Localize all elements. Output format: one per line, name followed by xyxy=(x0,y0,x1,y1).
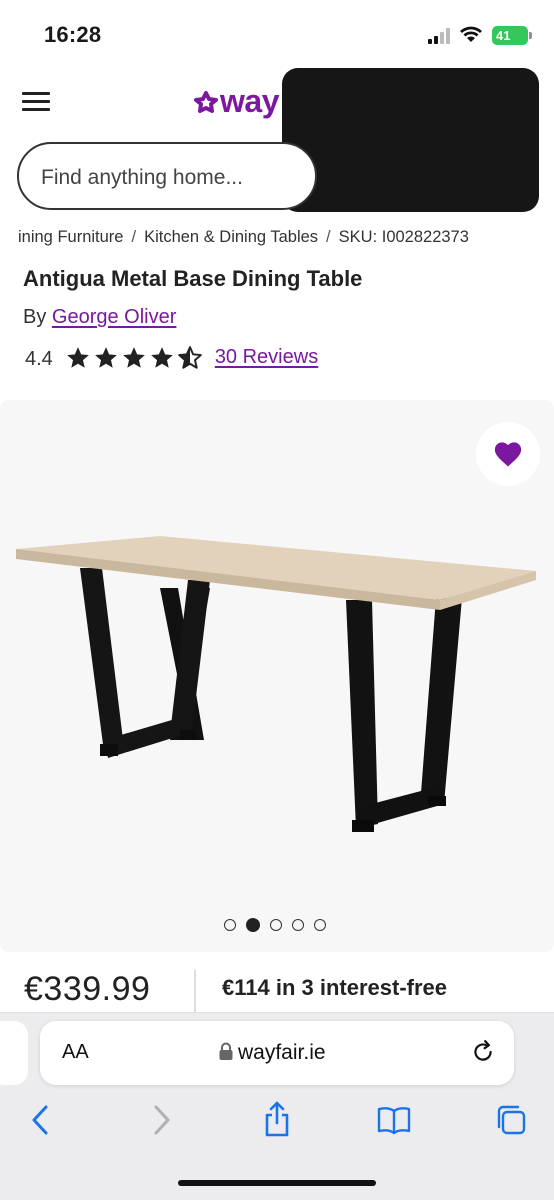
rating-value: 4.4 xyxy=(25,348,53,370)
status-bar: 16:28 41 xyxy=(0,0,554,68)
share-icon[interactable] xyxy=(262,1099,292,1139)
wayfair-logo[interactable]: way xyxy=(194,83,279,120)
breadcrumb-item[interactable]: ining Furniture xyxy=(18,228,123,246)
reader-settings-button[interactable]: AA xyxy=(62,1041,89,1064)
financing-offer[interactable]: €114 in 3 interest-free xyxy=(222,975,447,1001)
logo-text: way xyxy=(220,83,279,119)
home-indicator[interactable] xyxy=(178,1180,376,1186)
product-price: €339.99 xyxy=(24,970,151,1008)
rating-row: 4.4 30 Reviews xyxy=(25,344,318,371)
by-label: By xyxy=(23,306,47,328)
product-image xyxy=(16,536,536,832)
breadcrumb-item[interactable]: Kitchen & Dining Tables xyxy=(144,228,318,246)
breadcrumb-separator: / xyxy=(326,228,331,246)
signal-icon xyxy=(428,28,450,44)
pagination-dot-active[interactable] xyxy=(246,918,260,932)
star-icon xyxy=(150,346,173,368)
pagination-dot[interactable] xyxy=(292,919,304,931)
reload-icon[interactable] xyxy=(470,1039,496,1065)
previous-tab-preview[interactable] xyxy=(0,1021,28,1085)
reviews-link[interactable]: 30 Reviews xyxy=(215,346,318,369)
breadcrumb-separator: / xyxy=(131,228,137,246)
favorite-button[interactable] xyxy=(476,422,540,486)
search-input[interactable]: Find anything home... xyxy=(17,142,317,210)
logo-mark-icon xyxy=(194,91,218,113)
tabs-icon[interactable] xyxy=(494,1103,528,1137)
star-icon xyxy=(66,346,89,368)
battery-indicator: 41 xyxy=(492,26,532,45)
url-text[interactable]: wayfair.ie xyxy=(238,1041,326,1065)
heart-icon xyxy=(494,442,522,467)
forward-icon[interactable] xyxy=(150,1103,172,1137)
lock-icon xyxy=(219,1042,233,1060)
gallery-pagination xyxy=(224,918,326,932)
wifi-icon xyxy=(460,26,482,42)
breadcrumb-sku: SKU: I002822373 xyxy=(338,228,469,246)
menu-icon[interactable] xyxy=(22,92,50,112)
back-icon[interactable] xyxy=(30,1103,52,1137)
breadcrumb: ining Furniture / Kitchen & Dining Tables /… xyxy=(18,228,469,247)
pagination-dot[interactable] xyxy=(224,919,236,931)
half-star-icon xyxy=(178,345,202,369)
brand-line: By George Oliver xyxy=(23,306,176,329)
redacted-area xyxy=(282,68,539,212)
status-time: 16:28 xyxy=(44,22,102,47)
product-title: Antigua Metal Base Dining Table xyxy=(23,266,363,291)
search-placeholder: Find anything home... xyxy=(41,166,243,189)
bookmarks-icon[interactable] xyxy=(376,1105,412,1135)
browser-toolbar: AA wayfair.ie xyxy=(0,1012,554,1200)
star-icon xyxy=(94,346,117,368)
price-divider xyxy=(194,970,196,1014)
pagination-dot[interactable] xyxy=(270,919,282,931)
address-bar[interactable]: AA wayfair.ie xyxy=(40,1021,514,1085)
star-rating xyxy=(65,345,203,371)
brand-link[interactable]: George Oliver xyxy=(52,306,177,328)
battery-level: 41 xyxy=(496,28,511,43)
star-icon xyxy=(122,346,145,368)
pagination-dot[interactable] xyxy=(314,919,326,931)
